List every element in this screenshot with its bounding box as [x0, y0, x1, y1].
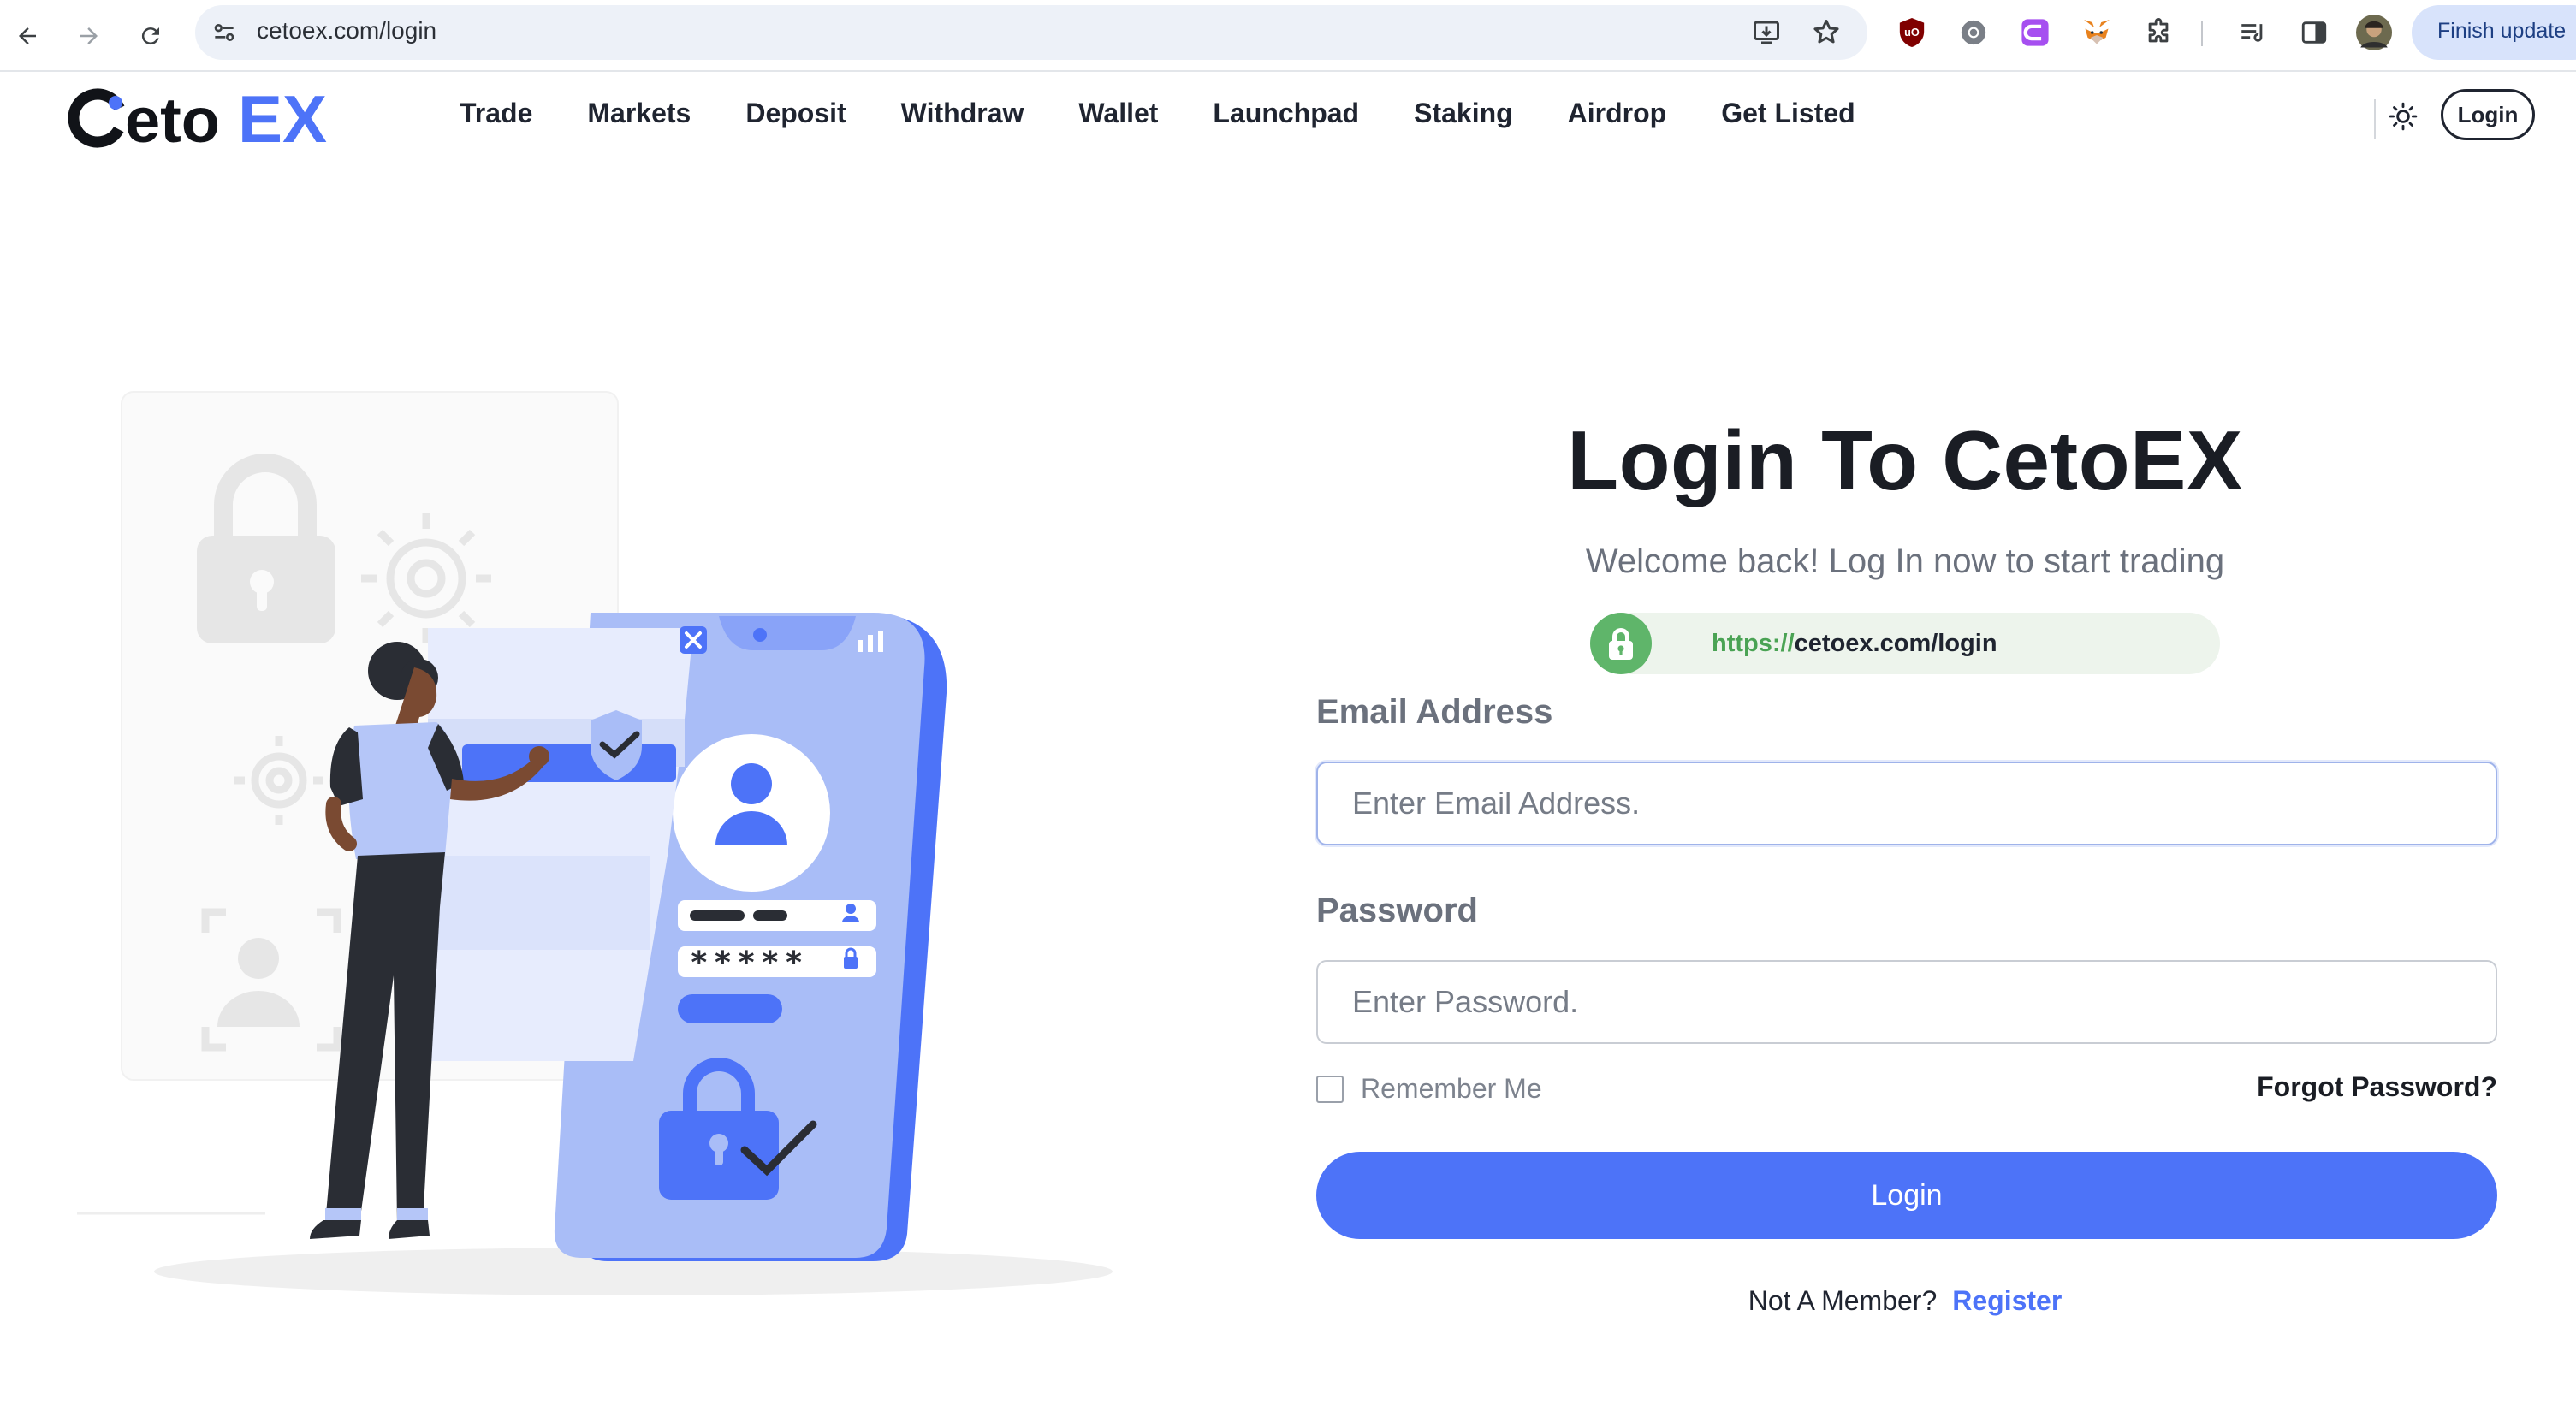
- ublock-icon[interactable]: uO: [1893, 14, 1931, 51]
- svg-text:uO: uO: [1904, 26, 1920, 39]
- secure-url-host: cetoex.com/login: [1794, 630, 1997, 657]
- install-app-icon[interactable]: [1751, 17, 1782, 48]
- reading-list-icon[interactable]: [2234, 14, 2271, 51]
- back-button[interactable]: [3, 12, 51, 60]
- main-nav: Trade Markets Deposit Withdraw Wallet La…: [460, 98, 1910, 129]
- forward-button[interactable]: [65, 12, 113, 60]
- finish-update-button[interactable]: Finish update: [2412, 5, 2576, 60]
- nav-airdrop[interactable]: Airdrop: [1568, 98, 1667, 129]
- address-bar[interactable]: cetoex.com/login: [195, 5, 1867, 60]
- email-label: Email Address: [1316, 693, 1553, 731]
- url-text[interactable]: cetoex.com/login: [257, 17, 436, 44]
- secure-url-text: https://cetoex.com/login: [1712, 630, 1997, 658]
- header-login-button[interactable]: Login: [2441, 89, 2535, 140]
- chrome-extension-icon[interactable]: [1955, 14, 1992, 51]
- site-header: eto EX Trade Markets Deposit Withdraw Wa…: [0, 74, 2576, 159]
- svg-text:eto: eto: [125, 85, 220, 156]
- puzzle-extensions-icon[interactable]: [2140, 14, 2177, 51]
- register-link[interactable]: Register: [1952, 1285, 2062, 1316]
- reload-button[interactable]: [127, 12, 175, 60]
- login-submit-button[interactable]: Login: [1316, 1152, 2497, 1239]
- theme-toggle-button[interactable]: [2384, 98, 2422, 135]
- bookmark-star-icon[interactable]: [1811, 17, 1842, 48]
- secure-url-scheme: https://: [1712, 630, 1795, 657]
- browser-toolbar: cetoex.com/login uO Finish update: [0, 0, 2576, 72]
- clipper-icon[interactable]: [2016, 14, 2054, 51]
- toolbar-divider: [2201, 21, 2203, 46]
- nav-trade[interactable]: Trade: [460, 98, 532, 129]
- back-arrow-icon: [19, 27, 36, 44]
- page-title: Login To CetoEX: [1567, 413, 2243, 507]
- not-member-text: Not A Member?: [1748, 1285, 1938, 1316]
- password-mask-text: *****: [690, 946, 808, 981]
- nav-markets[interactable]: Markets: [587, 98, 691, 129]
- forgot-password-link[interactable]: Forgot Password?: [2257, 1071, 2497, 1103]
- register-prompt: Not A Member? Register: [1315, 1285, 2496, 1317]
- secure-url-badge: https://cetoex.com/login: [1590, 613, 2220, 674]
- side-panel-icon[interactable]: [2295, 14, 2333, 51]
- forward-arrow-icon: [80, 27, 98, 44]
- password-field[interactable]: [1316, 960, 2497, 1044]
- remember-me-row: Remember Me: [1316, 1073, 1542, 1105]
- nav-launchpad[interactable]: Launchpad: [1213, 98, 1359, 129]
- page-subtitle: Welcome back! Log In now to start tradin…: [1585, 542, 2225, 580]
- secure-lock-badge: [1590, 613, 1652, 674]
- sun-icon: [2389, 102, 2418, 131]
- nav-deposit[interactable]: Deposit: [745, 98, 846, 129]
- nav-get-listed[interactable]: Get Listed: [1721, 98, 1855, 129]
- header-divider: [2374, 99, 2376, 139]
- cetoex-logo[interactable]: eto EX: [60, 79, 351, 156]
- profile-avatar[interactable]: [2355, 14, 2393, 51]
- nav-staking[interactable]: Staking: [1414, 98, 1513, 129]
- remember-me-checkbox[interactable]: [1316, 1075, 1344, 1103]
- password-label: Password: [1316, 892, 1478, 929]
- remember-me-label[interactable]: Remember Me: [1361, 1073, 1542, 1105]
- email-field[interactable]: [1316, 762, 2497, 845]
- site-settings-icon[interactable]: [211, 19, 238, 46]
- nav-withdraw[interactable]: Withdraw: [901, 98, 1024, 129]
- metamask-fox-icon[interactable]: [2078, 14, 2116, 51]
- nav-wallet[interactable]: Wallet: [1078, 98, 1158, 129]
- reload-icon: [141, 27, 159, 45]
- login-illustration: *****: [77, 391, 1113, 1295]
- svg-text:EX: EX: [238, 81, 327, 156]
- padlock-icon: [1609, 628, 1633, 660]
